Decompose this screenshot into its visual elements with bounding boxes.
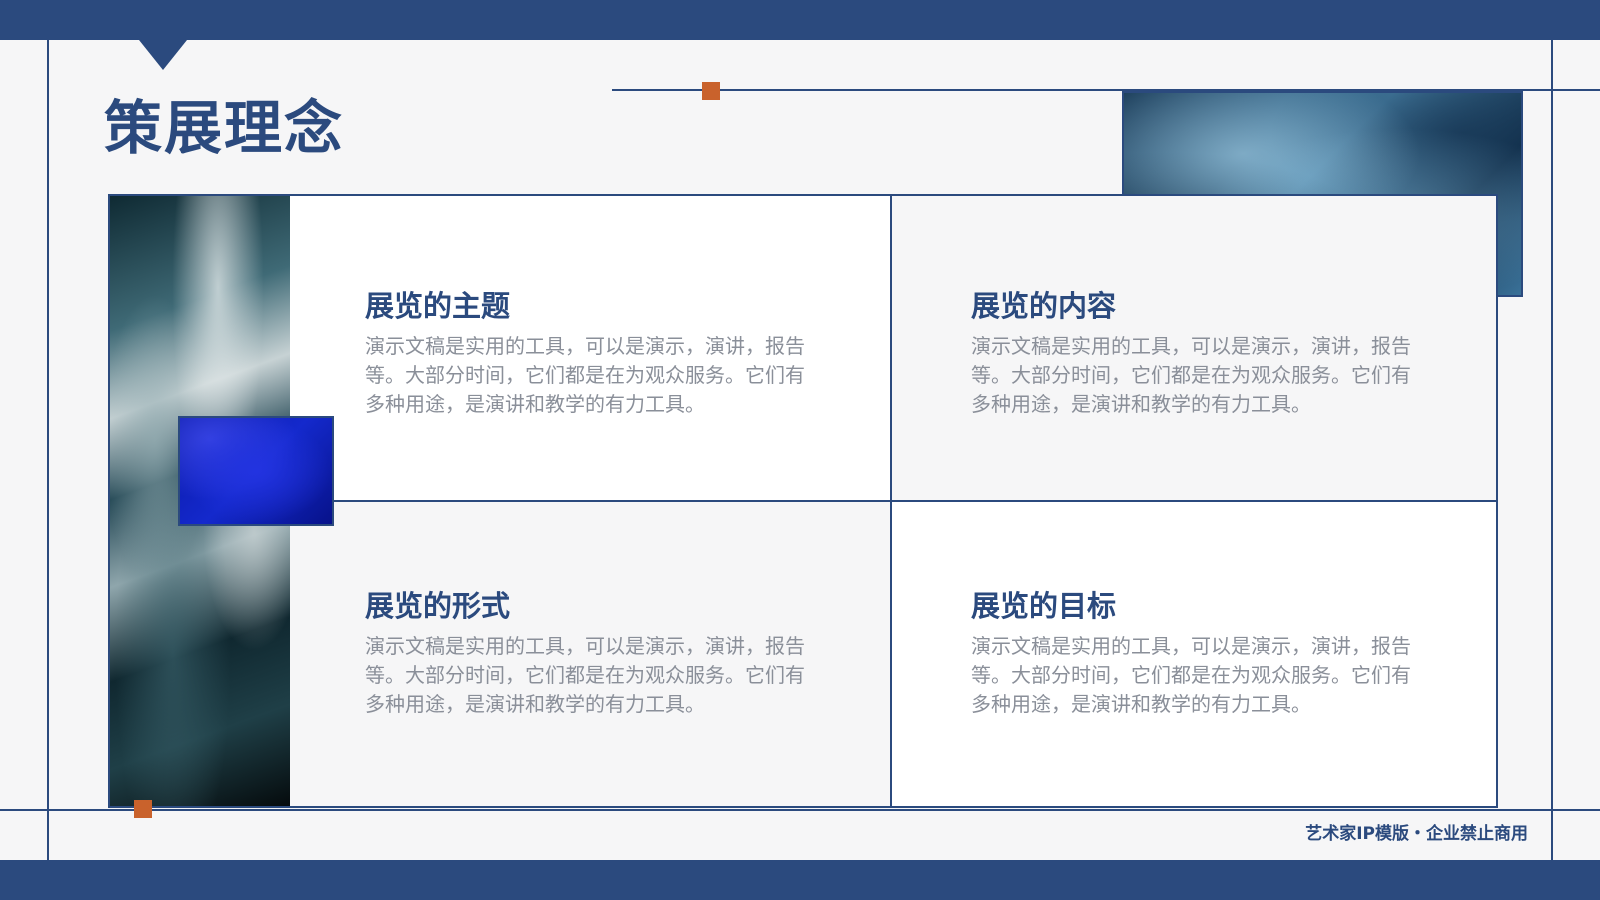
- left-frame-line: [47, 40, 49, 860]
- bottom-divider-line: [0, 809, 1600, 811]
- footer-note: 艺术家IP模版・企业禁止商用: [1305, 824, 1528, 844]
- top-banner-bar: [0, 0, 1600, 40]
- card-description: 演示文稿是实用的工具，可以是演示，演讲，报告等。大部分时间，它们都是在为观众服务…: [365, 634, 805, 716]
- card-title: 展览的形式: [365, 589, 511, 623]
- card-goal: 展览的目标 演示文稿是实用的工具，可以是演示，演讲，报告等。大部分时间，它们都是…: [890, 502, 1496, 806]
- card-title: 展览的目标: [971, 589, 1117, 623]
- blue-texture-image: [178, 416, 334, 526]
- card-description: 演示文稿是实用的工具，可以是演示，演讲，报告等。大部分时间，它们都是在为观众服务…: [365, 334, 805, 416]
- card-form: 展览的形式 演示文稿是实用的工具，可以是演示，演讲，报告等。大部分时间，它们都是…: [290, 502, 890, 806]
- concept-grid: 展览的主题 演示文稿是实用的工具，可以是演示，演讲，报告等。大部分时间，它们都是…: [108, 194, 1498, 808]
- card-description: 演示文稿是实用的工具，可以是演示，演讲，报告等。大部分时间，它们都是在为观众服务…: [971, 634, 1411, 716]
- accent-square-top: [702, 82, 720, 100]
- card-description: 演示文稿是实用的工具，可以是演示，演讲，报告等。大部分时间，它们都是在为观众服务…: [971, 334, 1411, 416]
- top-notch-triangle: [139, 40, 187, 70]
- card-title: 展览的主题: [365, 289, 511, 323]
- accent-square-bottom: [134, 800, 152, 818]
- page-title: 策展理念: [104, 94, 345, 162]
- card-theme: 展览的主题 演示文稿是实用的工具，可以是演示，演讲，报告等。大部分时间，它们都是…: [290, 196, 890, 502]
- card-content: 展览的内容 演示文稿是实用的工具，可以是演示，演讲，报告等。大部分时间，它们都是…: [890, 196, 1496, 502]
- card-title: 展览的内容: [971, 289, 1117, 323]
- right-frame-line: [1551, 40, 1553, 860]
- bottom-banner-bar: [0, 860, 1600, 900]
